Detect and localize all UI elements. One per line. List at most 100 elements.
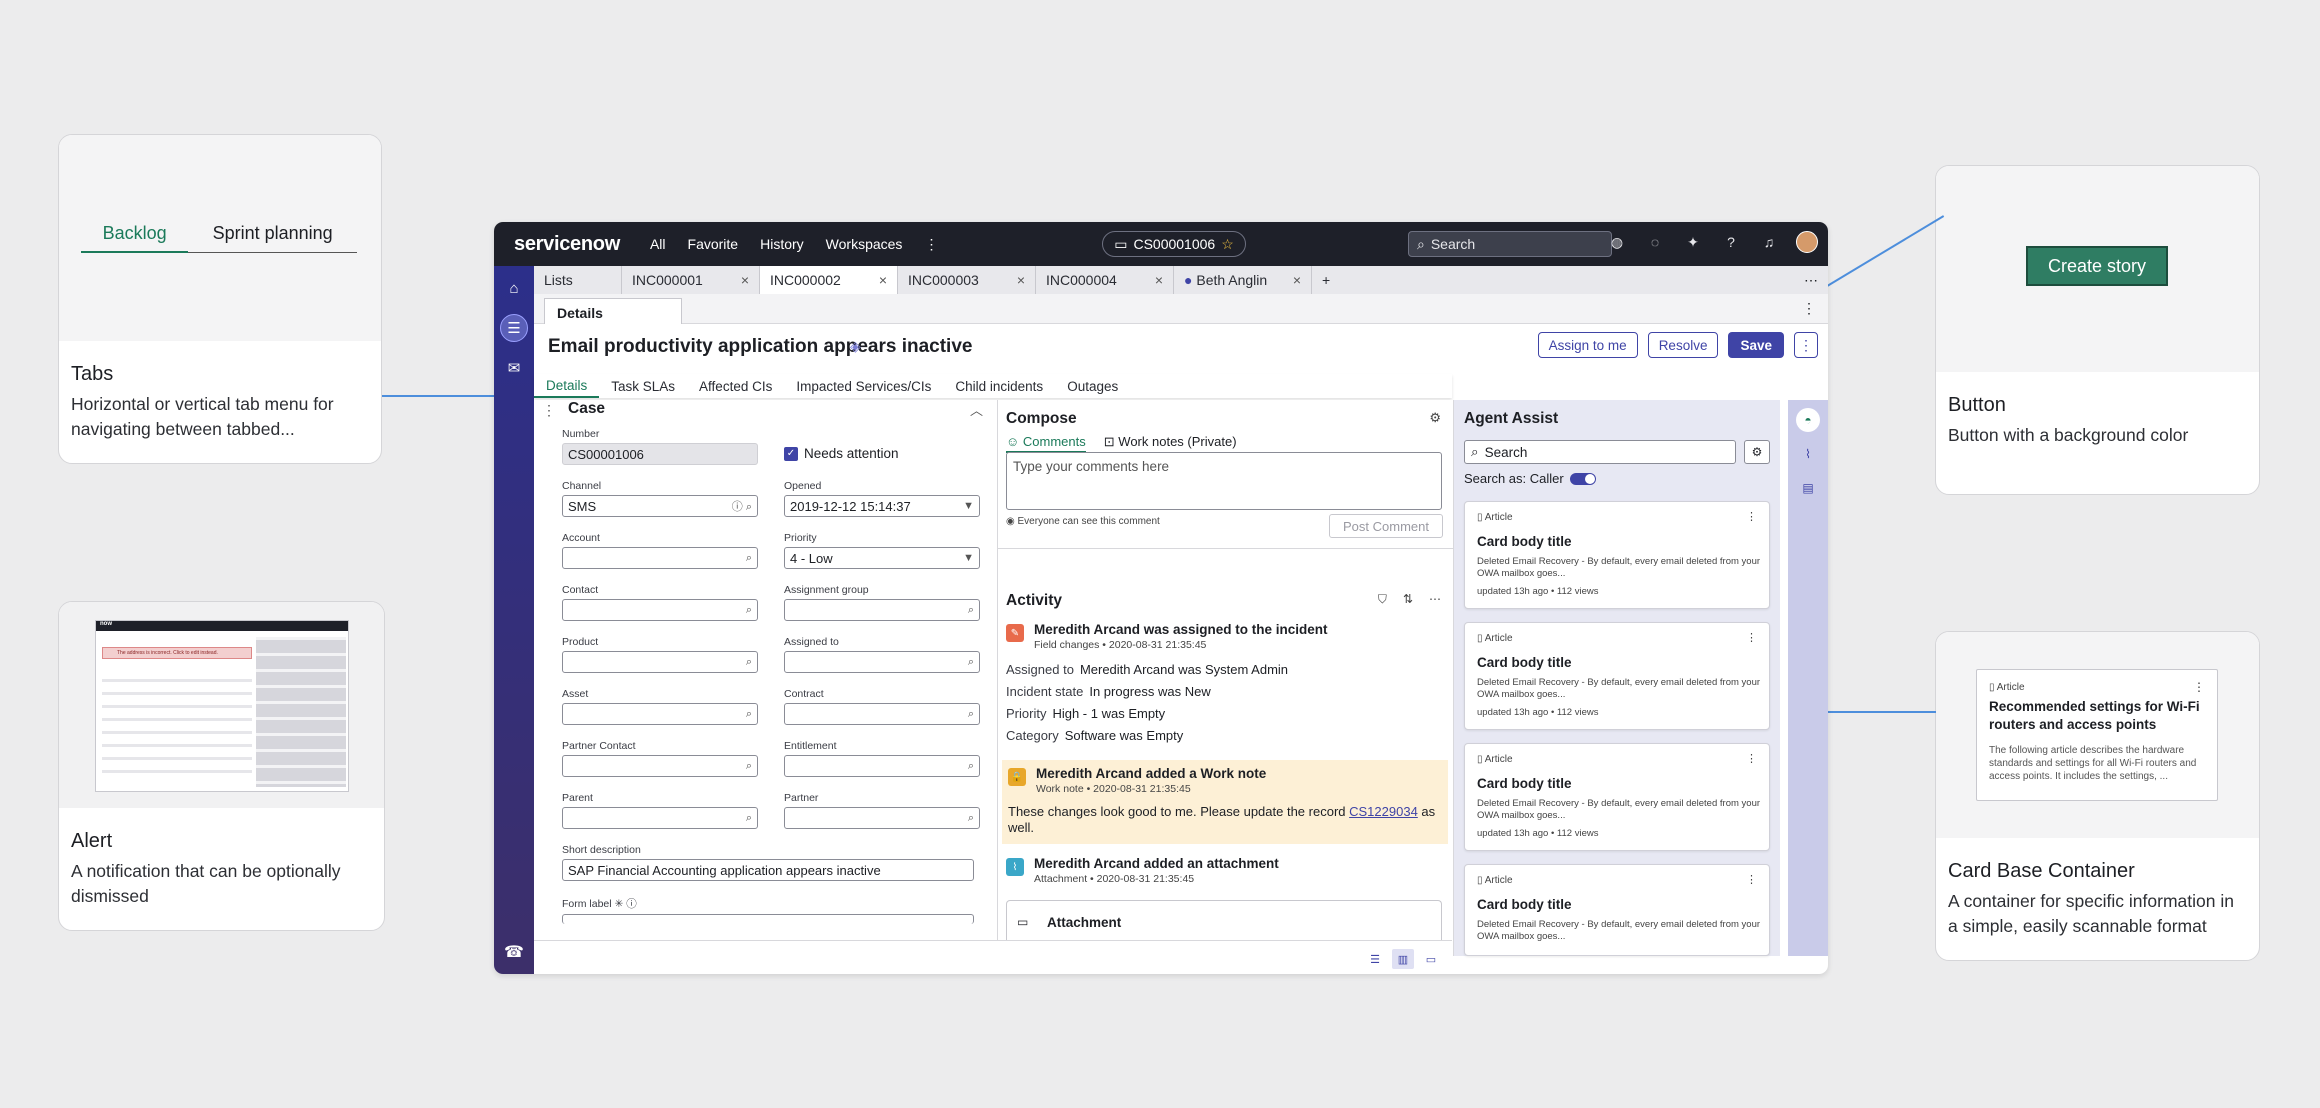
- search-icon[interactable]: ⌕: [746, 760, 752, 773]
- bell-icon[interactable]: ♫: [1758, 231, 1780, 253]
- priority-select[interactable]: 4 - Low ▼: [784, 547, 980, 569]
- record-chip[interactable]: ▭ CS00001006 ☆: [1102, 231, 1246, 257]
- article-card[interactable]: ▯ Article ⋮ Card body title Deleted Email…: [1464, 622, 1770, 730]
- tab-beth-anglin[interactable]: ● Beth Anglin ×: [1174, 266, 1312, 294]
- contact-input[interactable]: ⌕: [562, 599, 758, 621]
- search-icon[interactable]: ⌕: [746, 812, 752, 825]
- more-icon[interactable]: ⋮: [1746, 873, 1757, 886]
- record-link[interactable]: CS1229034: [1349, 804, 1418, 819]
- channel-input[interactable]: SMS ⓘ ⌕: [562, 495, 758, 517]
- help-icon[interactable]: ?: [1720, 231, 1742, 253]
- close-icon[interactable]: ×: [1293, 272, 1301, 288]
- close-icon[interactable]: ×: [1155, 272, 1163, 288]
- needs-attention-checkbox[interactable]: ✓ Needs attention: [784, 446, 899, 461]
- close-icon[interactable]: ×: [1017, 272, 1025, 288]
- more-icon[interactable]: ⋮: [1746, 631, 1757, 644]
- account-input[interactable]: ⌕: [562, 547, 758, 569]
- search-icon[interactable]: ⌕: [968, 760, 974, 773]
- chevron-up-icon[interactable]: ︿: [970, 400, 983, 419]
- search-icon[interactable]: ⌕: [968, 708, 974, 721]
- close-icon[interactable]: ×: [741, 272, 749, 288]
- tab-inc000003[interactable]: INC000003 ×: [898, 266, 1036, 294]
- nav-all[interactable]: All: [650, 236, 666, 253]
- phone-icon[interactable]: ☎: [500, 938, 528, 966]
- avatar[interactable]: [1796, 231, 1818, 253]
- add-tab-button[interactable]: +: [1312, 266, 1340, 294]
- subtab-details[interactable]: Details: [544, 298, 682, 326]
- global-search-input[interactable]: ⌕ Search: [1408, 231, 1612, 257]
- search-icon[interactable]: ⌕: [746, 604, 752, 617]
- tab-comments[interactable]: ☺ Comments: [1006, 434, 1086, 453]
- single-layout-icon[interactable]: ▭: [1420, 949, 1442, 969]
- product-input[interactable]: ⌕: [562, 651, 758, 673]
- overflow-icon[interactable]: ⋯: [1804, 266, 1818, 294]
- star-icon[interactable]: ☆: [1221, 236, 1234, 253]
- nav-favorite[interactable]: Favorite: [688, 236, 739, 253]
- tab-inc000002[interactable]: INC000002 ×: [760, 266, 898, 294]
- toggle-switch[interactable]: [1569, 472, 1596, 485]
- entitlement-input[interactable]: ⌕: [784, 755, 980, 777]
- chat-icon[interactable]: ◌: [1644, 231, 1666, 253]
- more-actions-icon[interactable]: ⋮: [1794, 332, 1818, 358]
- assignment-group-input[interactable]: ⌕: [784, 599, 980, 621]
- document-icon[interactable]: ▤: [1796, 476, 1820, 500]
- globe-icon[interactable]: ◍: [1606, 231, 1628, 253]
- short-description-input[interactable]: SAP Financial Accounting application app…: [562, 859, 974, 881]
- nav-workspaces[interactable]: Workspaces: [826, 236, 903, 253]
- post-comment-button[interactable]: Post Comment: [1329, 514, 1443, 538]
- tab-impacted-services[interactable]: Impacted Services/CIs: [784, 374, 943, 398]
- info-search-icons[interactable]: ⓘ ⌕: [732, 498, 752, 514]
- more-icon[interactable]: ⋮: [2193, 680, 2205, 694]
- search-icon[interactable]: ⌕: [968, 604, 974, 617]
- tab-backlog[interactable]: Backlog: [81, 223, 189, 253]
- tab-inc000004[interactable]: INC000004 ×: [1036, 266, 1174, 294]
- close-icon[interactable]: ×: [879, 272, 887, 288]
- save-button[interactable]: Save: [1728, 332, 1784, 358]
- tab-inc000001[interactable]: INC000001 ×: [622, 266, 760, 294]
- opened-input[interactable]: 2019-12-12 15:14:37 ▼: [784, 495, 980, 517]
- agent-assist-icon[interactable]: ◓: [1796, 408, 1820, 432]
- nav-history[interactable]: History: [760, 236, 804, 253]
- filter-icon[interactable]: ⚙: [1744, 440, 1770, 464]
- article-card[interactable]: ▯ Article ⋮ Card body title Deleted Email…: [1464, 864, 1770, 956]
- sort-icon[interactable]: ⇅: [1403, 592, 1413, 607]
- more-icon[interactable]: ⋮: [1802, 300, 1816, 317]
- tab-sprint-planning[interactable]: Sprint planning: [188, 223, 357, 253]
- tab-task-slas[interactable]: Task SLAs: [599, 374, 687, 398]
- comment-textarea[interactable]: Type your comments here: [1006, 452, 1442, 510]
- more-icon[interactable]: ⋯: [1429, 592, 1441, 607]
- inbox-icon[interactable]: ✉: [500, 354, 528, 382]
- list-layout-icon[interactable]: ☰: [1364, 949, 1386, 969]
- split-layout-icon[interactable]: ▥: [1392, 949, 1414, 969]
- tag-icon[interactable]: ◈: [850, 338, 861, 355]
- servicenow-logo[interactable]: servicenow: [514, 233, 620, 256]
- drag-handle-icon[interactable]: ⋮: [542, 402, 556, 419]
- parent-input[interactable]: ⌕: [562, 807, 758, 829]
- paperclip-icon[interactable]: ⌇: [1796, 442, 1820, 466]
- tab-details[interactable]: Details: [534, 374, 600, 398]
- partner-contact-input[interactable]: ⌕: [562, 755, 758, 777]
- article-card[interactable]: ▯ Article ⋮ Card body title Deleted Email…: [1464, 501, 1770, 609]
- search-icon[interactable]: ⌕: [746, 656, 752, 669]
- tab-work-notes[interactable]: ⊡ Work notes (Private): [1104, 434, 1237, 453]
- tab-child-incidents[interactable]: Child incidents: [943, 374, 1055, 398]
- resolve-button[interactable]: Resolve: [1647, 332, 1719, 358]
- create-story-button[interactable]: Create story: [2026, 246, 2168, 286]
- home-icon[interactable]: ⌂: [500, 274, 528, 302]
- tab-lists[interactable]: Lists: [534, 266, 622, 294]
- asset-input[interactable]: ⌕: [562, 703, 758, 725]
- sparkle-icon[interactable]: ✦: [1682, 231, 1704, 253]
- list-icon[interactable]: ☰: [500, 314, 528, 342]
- partner-input[interactable]: ⌕: [784, 807, 980, 829]
- search-icon[interactable]: ⌕: [968, 656, 974, 669]
- article-card[interactable]: ▯ Article ⋮ Card body title Deleted Email…: [1464, 743, 1770, 851]
- search-icon[interactable]: ⌕: [746, 708, 752, 721]
- search-as-toggle[interactable]: Search as: Caller: [1464, 471, 1596, 486]
- tab-affected-cis[interactable]: Affected CIs: [687, 374, 784, 398]
- attachment-card[interactable]: ▭ Attachment: [1006, 900, 1442, 940]
- settings-icon[interactable]: ⚙: [1429, 410, 1441, 426]
- search-icon[interactable]: ⌕: [746, 552, 752, 565]
- more-icon[interactable]: ⋮: [1746, 510, 1757, 523]
- agent-search-input[interactable]: ⌕ Search: [1464, 440, 1736, 464]
- contract-input[interactable]: ⌕: [784, 703, 980, 725]
